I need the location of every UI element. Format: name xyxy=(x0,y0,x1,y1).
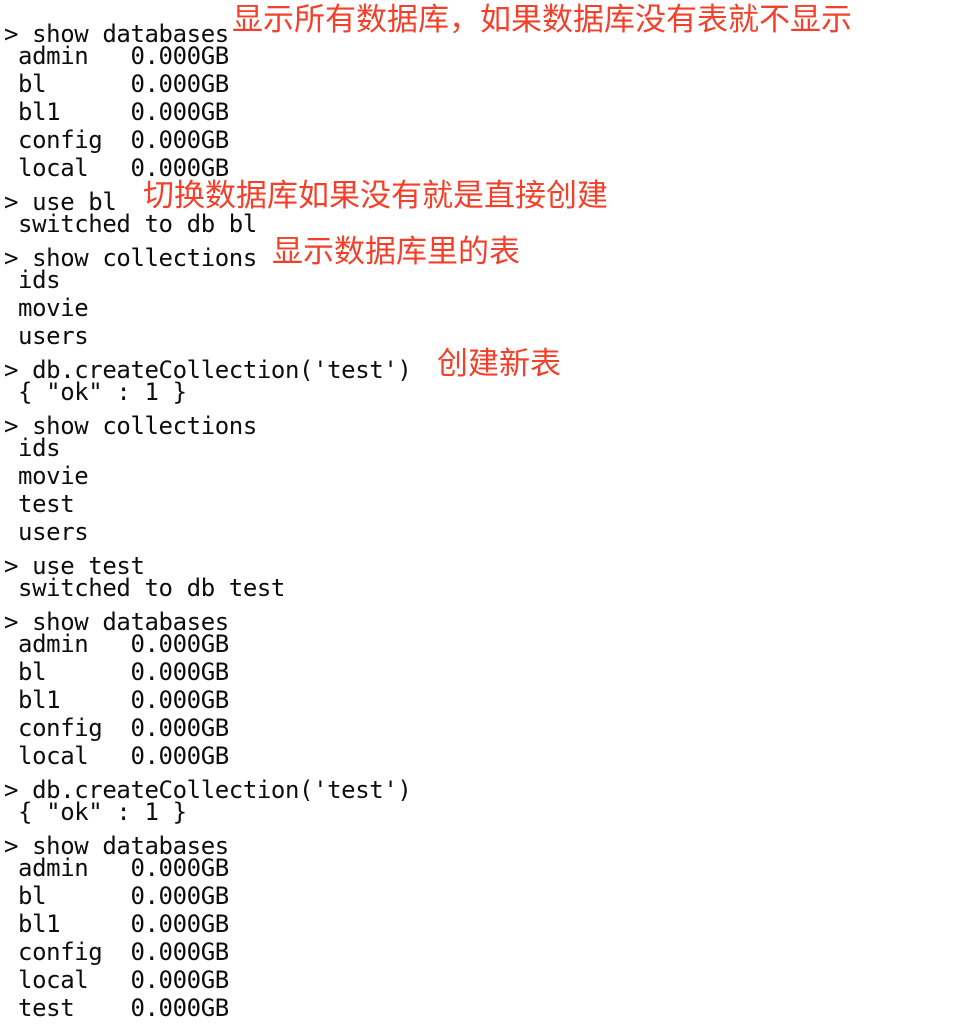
terminal-result-text: config 0.000GB xyxy=(4,714,229,742)
terminal-result-text: bl1 0.000GB xyxy=(4,686,229,714)
terminal-result-text: admin 0.000GB xyxy=(4,42,229,70)
terminal-result-text: ids xyxy=(4,266,61,294)
terminal-result-text: { "ok" : 1 } xyxy=(4,798,187,826)
terminal-result-text: bl1 0.000GB xyxy=(4,98,229,126)
terminal-result-text: movie xyxy=(4,462,89,490)
terminal-result-text: switched to db bl xyxy=(4,210,257,238)
terminal-result-text: bl 0.000GB xyxy=(4,658,229,686)
terminal-output-line: bl1 0.000GB xyxy=(0,686,962,714)
terminal-output-line: bl1 0.000GB xyxy=(0,910,962,938)
terminal-output-line: config 0.000GB xyxy=(0,714,962,742)
annotation-note: 显示数据库里的表 xyxy=(272,234,520,270)
terminal-output-line: users xyxy=(0,518,962,546)
terminal-result-text: bl 0.000GB xyxy=(4,882,229,910)
terminal-result-text: test 0.000GB xyxy=(4,994,229,1022)
terminal-output-line: admin 0.000GB xyxy=(0,42,962,70)
terminal-output-line: test 0.000GB xyxy=(0,994,962,1022)
terminal-output-line: bl 0.000GB xyxy=(0,658,962,686)
terminal-output-line: config 0.000GB xyxy=(0,126,962,154)
terminal-prompt-line: [> show databases xyxy=(0,602,962,636)
terminal-result-text: local 0.000GB xyxy=(4,742,229,770)
terminal-prompt-line: [> use test xyxy=(0,546,962,580)
terminal-prompt-line: [> show collections xyxy=(0,406,962,440)
terminal-result-text: ids xyxy=(4,434,61,462)
terminal-output-line: test xyxy=(0,490,962,518)
terminal-result-text: switched to db test xyxy=(4,574,285,602)
terminal-result-text: bl1 0.000GB xyxy=(4,910,229,938)
terminal-result-text: test xyxy=(4,490,75,518)
terminal-screenshot: [> show databases admin 0.000GB bl 0.000… xyxy=(0,0,962,1028)
terminal-output-line: { "ok" : 1 } xyxy=(0,378,962,406)
terminal-result-text: movie xyxy=(4,294,89,322)
terminal-output-line: { "ok" : 1 } xyxy=(0,798,962,826)
terminal-result-text: { "ok" : 1 } xyxy=(4,378,187,406)
annotation-note: 创建新表 xyxy=(437,346,561,382)
terminal-result-text: local 0.000GB xyxy=(4,966,229,994)
terminal-prompt-line: [> show databases xyxy=(0,826,962,860)
terminal-output-line: admin 0.000GB xyxy=(0,854,962,882)
annotation-note: 切换数据库如果没有就是直接创建 xyxy=(143,178,608,214)
terminal-result-text: admin 0.000GB xyxy=(4,854,229,882)
terminal-result-text: users xyxy=(4,322,89,350)
terminal-output-line: bl 0.000GB xyxy=(0,70,962,98)
terminal-output-line: admin 0.000GB xyxy=(0,630,962,658)
terminal-output-line: switched to db test xyxy=(0,574,962,602)
terminal-output-line: movie xyxy=(0,294,962,322)
terminal-output-line: bl1 0.000GB xyxy=(0,98,962,126)
annotation-note: 显示所有数据库，如果数据库没有表就不显示 xyxy=(232,2,852,38)
terminal-result-text: config 0.000GB xyxy=(4,938,229,966)
terminal-output[interactable]: [> show databases admin 0.000GB bl 0.000… xyxy=(0,0,962,1028)
terminal-output-line: local 0.000GB xyxy=(0,742,962,770)
terminal-output-line: local 0.000GB xyxy=(0,966,962,994)
terminal-result-text: admin 0.000GB xyxy=(4,630,229,658)
terminal-result-text: config 0.000GB xyxy=(4,126,229,154)
terminal-output-line: movie xyxy=(0,462,962,490)
terminal-prompt-line: [> db.createCollection('test') xyxy=(0,770,962,804)
terminal-prompt-line: [> db.createCollection('test') xyxy=(0,1022,962,1028)
terminal-output-line: config 0.000GB xyxy=(0,938,962,966)
terminal-result-text: bl 0.000GB xyxy=(4,70,229,98)
terminal-output-line: bl 0.000GB xyxy=(0,882,962,910)
terminal-result-text: users xyxy=(4,518,89,546)
